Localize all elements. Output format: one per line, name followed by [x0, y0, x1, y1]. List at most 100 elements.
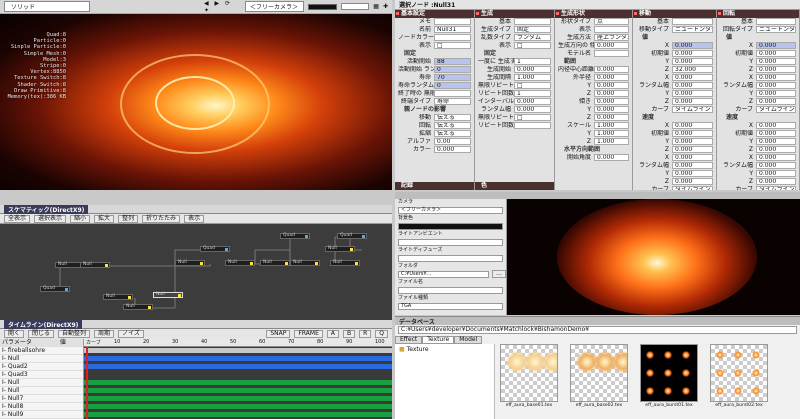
timeline-bar[interactable]: [84, 412, 392, 417]
schematic-node[interactable]: Quad: [337, 233, 367, 239]
asset-path-field[interactable]: C:¥Users¥developer¥Documents¥Matchlock¥B…: [398, 326, 797, 334]
sub-section-header[interactable]: 色: [475, 182, 554, 190]
type-select[interactable]: TGA: [398, 303, 503, 310]
property-value[interactable]: 0.000: [594, 66, 629, 73]
property-value[interactable]: 0.000: [756, 42, 796, 49]
playhead[interactable]: [86, 347, 88, 419]
timeline-bar[interactable]: [84, 356, 392, 361]
timeline-mode-button[interactable]: FRAME: [294, 330, 323, 338]
property-value[interactable]: 0.000: [756, 154, 796, 161]
texture-folder-item[interactable]: Texture: [407, 346, 429, 353]
schematic-node[interactable]: Null: [123, 304, 153, 310]
property-value[interactable]: 0.000: [672, 146, 713, 153]
property-value[interactable]: 伝える: [434, 122, 471, 129]
asset-tab[interactable]: Texture: [422, 336, 455, 344]
property-value[interactable]: 1.000: [594, 122, 629, 129]
property-value[interactable]: 0: [434, 66, 471, 73]
property-value[interactable]: Null31: [434, 26, 471, 33]
property-value[interactable]: 固定: [514, 26, 551, 33]
ambient-field[interactable]: [398, 239, 503, 246]
property-value[interactable]: [434, 34, 471, 41]
timeline-track-row[interactable]: I- Null9: [0, 411, 83, 419]
property-value[interactable]: 0.000: [756, 122, 796, 129]
property-value[interactable]: [756, 18, 796, 25]
property-value[interactable]: □: [434, 42, 471, 49]
folder-field[interactable]: C:¥Users¥...: [398, 271, 489, 278]
property-value[interactable]: 0.000: [594, 42, 629, 49]
property-value[interactable]: タイムライン: [672, 106, 713, 113]
property-value[interactable]: [514, 122, 551, 129]
property-value[interactable]: 0.000: [594, 82, 629, 89]
property-value[interactable]: 伝える: [434, 130, 471, 137]
property-value[interactable]: 0.000: [672, 170, 713, 177]
schematic-node[interactable]: Null: [175, 260, 205, 266]
property-value[interactable]: 0.000: [756, 130, 796, 137]
property-value[interactable]: 座上ランダム: [594, 34, 629, 41]
texture-thumbnail[interactable]: eff_aura_burst02.tex: [709, 344, 769, 419]
timeline-mode-button[interactable]: SNAP: [266, 330, 291, 338]
property-value[interactable]: □: [514, 114, 551, 121]
timeline-mode-button[interactable]: Q: [375, 330, 388, 338]
property-value[interactable]: 1.000: [514, 74, 551, 81]
axis-icon[interactable]: ✚: [383, 3, 388, 10]
property-value[interactable]: 0.000: [756, 146, 796, 153]
timeline-bar[interactable]: [84, 380, 392, 385]
schematic-tool-button[interactable]: 整列: [118, 214, 139, 223]
property-value[interactable]: タイムライン: [756, 186, 796, 190]
property-value[interactable]: タイムライン: [672, 186, 713, 190]
timeline-mode-button[interactable]: A: [326, 330, 339, 338]
camera-select[interactable]: ＜フリーカメラ＞: [244, 1, 305, 12]
property-value[interactable]: [672, 18, 713, 25]
viewport-option-box[interactable]: [340, 3, 370, 10]
grid-icon[interactable]: ▦: [373, 3, 379, 10]
schematic-tool-button[interactable]: 折りたたみ: [142, 214, 181, 223]
property-value[interactable]: 1.000: [594, 138, 629, 145]
timeline-mode-button[interactable]: B: [342, 330, 356, 338]
property-value[interactable]: 70: [434, 74, 471, 81]
timeline-tool-button[interactable]: 自動整列: [58, 330, 91, 338]
property-value[interactable]: 0.000: [672, 58, 713, 65]
timeline-track-row[interactable]: I- Null: [0, 387, 83, 395]
property-value[interactable]: [594, 50, 629, 57]
property-value[interactable]: [434, 90, 471, 97]
bg-color-field[interactable]: [398, 223, 503, 230]
diffuse-field[interactable]: [398, 255, 503, 262]
property-value[interactable]: 0.000: [756, 58, 796, 65]
schematic-node[interactable]: Null: [260, 260, 290, 266]
property-value[interactable]: 0.000: [672, 90, 713, 97]
timeline-track-row[interactable]: I- Quad3: [0, 371, 83, 379]
timeline-mode-button[interactable]: R: [359, 330, 372, 338]
property-value[interactable]: 0.000: [756, 162, 796, 169]
property-value[interactable]: 0.000: [672, 98, 713, 105]
property-value[interactable]: 88: [434, 58, 471, 65]
property-value[interactable]: 0.000: [514, 106, 551, 113]
property-value[interactable]: 1: [514, 58, 551, 65]
property-value[interactable]: 0.000: [756, 178, 796, 185]
property-value[interactable]: 0.000: [756, 138, 796, 145]
property-value[interactable]: 0.000: [756, 74, 796, 81]
preview-camera-select[interactable]: ＜フリーカメラ＞: [398, 207, 503, 214]
schematic-node[interactable]: Null: [80, 262, 110, 268]
timeline-ruler[interactable]: カーブ 10 20 30 40 50 60 70 80 90 100: [84, 339, 392, 347]
column-header[interactable]: 基本設定: [395, 10, 474, 18]
texture-thumbnail[interactable]: eff_aura_base01.tex: [499, 344, 559, 419]
timeline-bar[interactable]: [84, 388, 392, 393]
property-value[interactable]: 0.000: [672, 138, 713, 145]
browse-button[interactable]: …: [492, 270, 506, 278]
property-value[interactable]: ニュートンタイプ: [756, 26, 796, 33]
property-value[interactable]: 0.000: [594, 114, 629, 121]
property-value[interactable]: □: [514, 82, 551, 89]
property-value[interactable]: ニュートンタイプ: [672, 26, 713, 33]
property-value[interactable]: 0.000: [594, 106, 629, 113]
property-value[interactable]: 0.000: [672, 178, 713, 185]
asset-tab[interactable]: Effect: [395, 336, 423, 344]
property-value[interactable]: [434, 18, 471, 25]
property-value[interactable]: [594, 26, 629, 33]
sub-section-header[interactable]: 記録: [395, 182, 474, 190]
schematic-tool-button[interactable]: 選択表示: [34, 214, 67, 223]
timeline-tool-button[interactable]: 開く: [4, 330, 25, 338]
schematic-node[interactable]: Quad: [200, 246, 230, 252]
schematic-node[interactable]: Null: [103, 294, 133, 300]
timeline-bar[interactable]: [84, 396, 392, 401]
texture-thumbnail[interactable]: eff_aura_burst01.tex: [639, 344, 699, 419]
